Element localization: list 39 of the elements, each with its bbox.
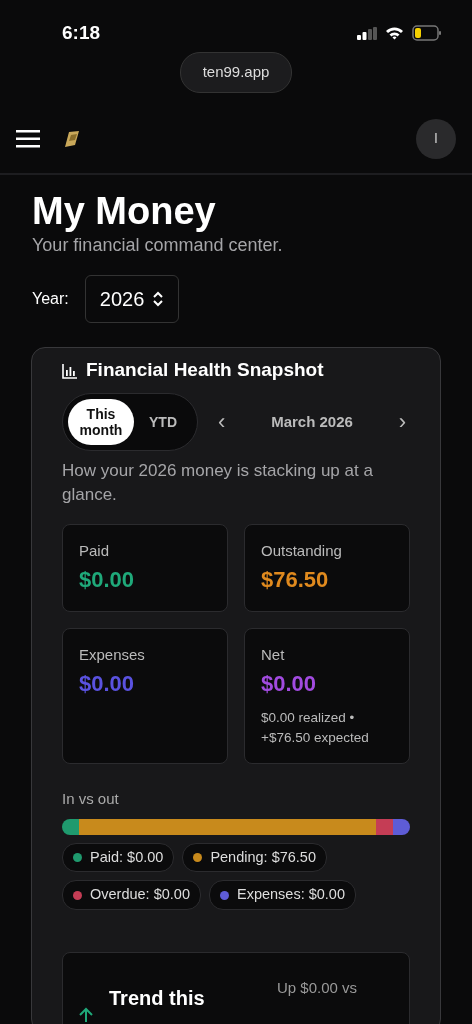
legend-label: Pending: $76.50 [210,847,316,867]
metric-label: Paid [79,541,111,562]
menu-icon[interactable] [16,129,40,148]
next-button[interactable]: › [394,405,410,439]
legend-label: Overdue: $0.00 [90,885,190,905]
bar-chart-icon [62,362,78,379]
legend-label: Expenses: $0.00 [236,885,345,905]
metric-value: $76.50 [261,565,330,594]
previous-button[interactable]: ‹ [214,405,230,439]
metric-label: Expenses [79,645,146,666]
bar-segment [393,818,410,835]
metric-value: $0.00 [79,565,136,594]
wifi-icon [385,26,404,40]
legend-label: Paid: $0.00 [90,847,164,867]
avatar-button[interactable]: I [416,118,456,159]
trend-title: Trend this [109,986,205,1012]
year-label: Year: [32,289,69,310]
page-title: My Money [32,190,217,233]
metric-value: $0.00 [261,669,318,698]
period-tab[interactable]: This month [68,398,134,445]
snapshot-title: Financial Health Snapshot [86,358,324,383]
up-arrow-icon [79,1007,93,1024]
metric-label: Outstanding [261,541,343,562]
logo-icon[interactable] [64,129,80,148]
url-bar[interactable]: ten99.app [179,52,293,93]
chevron-up-down-icon [152,291,165,308]
signal-icon [357,26,377,40]
metric-value: $0.00 [79,669,136,698]
period-tab[interactable]: YTD [134,398,192,445]
bar-title: In vs out [62,789,120,810]
status-time: 6:18 [62,20,101,45]
battery-icon [412,25,442,41]
trend-comparison: Up $0.00 vs [276,978,357,999]
metric-note: $0.00 realized • +$76.50 expected [261,708,370,747]
metric-label: Net [261,645,286,666]
page-subtitle: Your financial command center. [32,234,284,258]
snapshot-description: How your 2026 money is stacking up at a glance. [62,459,374,507]
year-select[interactable]: 2026 [84,275,180,324]
month-label: March 2026 [271,411,353,432]
